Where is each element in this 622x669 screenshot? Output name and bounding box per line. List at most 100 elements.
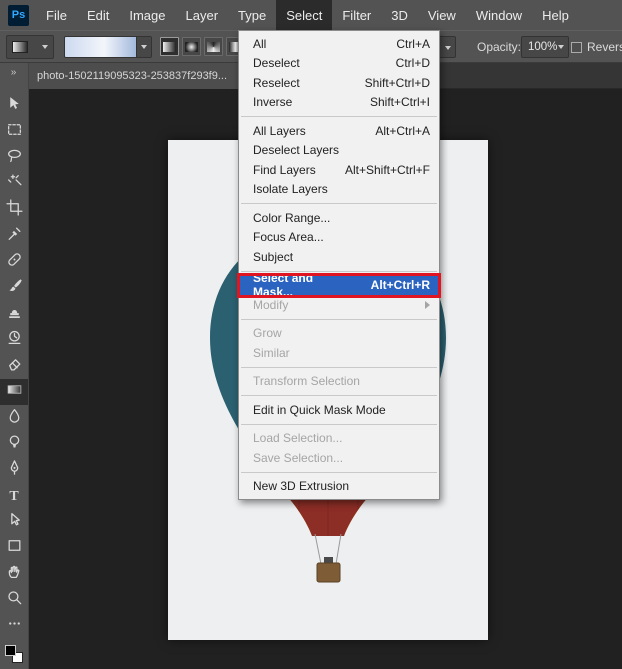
- menu-item-label: All: [253, 36, 267, 51]
- menu-item-shortcut: Shift+Ctrl+I: [369, 95, 430, 110]
- chevron-down-icon: [42, 45, 48, 49]
- document-tab-title: photo-1502119095323-253837f293f9...: [37, 70, 228, 82]
- menu-item-save-selection: Save Selection...: [239, 448, 439, 468]
- lasso-tool[interactable]: [0, 145, 28, 171]
- color-swatches[interactable]: [5, 645, 23, 663]
- menubar-item-select[interactable]: Select: [276, 0, 333, 30]
- menu-item-all[interactable]: All Ctrl+A: [239, 34, 439, 54]
- menubar-item-3d[interactable]: 3D: [381, 0, 418, 30]
- opacity-select[interactable]: 100%: [521, 36, 569, 58]
- zoom-icon: [6, 589, 23, 611]
- crop-icon: [5, 199, 23, 221]
- type-tool[interactable]: T: [0, 483, 28, 509]
- path-selection-tool[interactable]: [0, 509, 28, 535]
- gradient-preview: [65, 37, 136, 57]
- menu-separator: [241, 423, 437, 425]
- menu-item-inverse[interactable]: Inverse Shift+Ctrl+I: [239, 93, 439, 113]
- menu-item-color-range[interactable]: Color Range...: [239, 208, 439, 228]
- gradient-picker-dropdown[interactable]: [136, 37, 151, 57]
- quick-selection-tool[interactable]: [0, 171, 28, 197]
- menubar-item-window[interactable]: Window: [466, 0, 532, 30]
- menubar-item-layer[interactable]: Layer: [176, 0, 229, 30]
- menu-item-shortcut: Alt+Ctrl+A: [375, 123, 430, 138]
- menu-item-isolate-layers[interactable]: Isolate Layers: [239, 180, 439, 200]
- menu-item-similar: Similar: [239, 343, 439, 363]
- tool-preset-picker[interactable]: [6, 35, 54, 59]
- document-tab[interactable]: photo-1502119095323-253837f293f9...: [29, 63, 241, 89]
- menu-item-new-3d-extrusion[interactable]: New 3D Extrusion: [239, 477, 439, 497]
- menu-item-label: Similar: [253, 345, 290, 360]
- rectangle-tool[interactable]: [0, 535, 28, 561]
- menu-item-edit-in-quick-mask-mode[interactable]: Edit in Quick Mask Mode: [239, 400, 439, 420]
- menu-item-label: Grow: [253, 326, 282, 341]
- menu-separator: [241, 471, 437, 473]
- path-select-icon: [6, 511, 23, 533]
- foreground-color-swatch[interactable]: [5, 645, 16, 656]
- rectangular-marquee-tool[interactable]: [0, 119, 28, 145]
- menubar-item-label: Select: [286, 7, 323, 23]
- menubar-item-type[interactable]: Type: [228, 0, 276, 30]
- menu-item-all-layers[interactable]: All Layers Alt+Ctrl+A: [239, 121, 439, 141]
- menubar-item-label: Edit: [86, 7, 110, 23]
- opacity-value: 100%: [528, 41, 558, 53]
- toolbar: » T: [0, 63, 29, 669]
- menubar-item-label: Help: [542, 7, 569, 23]
- toolbar-expand-icon[interactable]: »: [0, 63, 28, 81]
- menubar-item-label: 3D: [391, 7, 408, 23]
- move-tool[interactable]: [0, 93, 28, 119]
- chevron-down-icon: [558, 45, 564, 49]
- pen-icon: [6, 459, 23, 481]
- gradient-icon: [6, 381, 23, 403]
- gradient-tool[interactable]: [0, 379, 28, 405]
- radial-gradient-button[interactable]: [182, 37, 201, 56]
- crop-tool[interactable]: [0, 197, 28, 223]
- menubar-item-filter[interactable]: Filter: [332, 0, 381, 30]
- menubar-item-view[interactable]: View: [418, 0, 466, 30]
- linear-gradient-button[interactable]: [160, 37, 179, 56]
- menu-item-deselect-layers[interactable]: Deselect Layers: [239, 141, 439, 161]
- zoom-tool[interactable]: [0, 587, 28, 613]
- blur-tool[interactable]: [0, 405, 28, 431]
- menu-item-label: Deselect Layers: [253, 143, 340, 158]
- select-menu-dropdown: All Ctrl+A Deselect Ctrl+D Reselect Shif…: [237, 30, 441, 500]
- menu-item-label: New 3D Extrusion: [253, 479, 350, 494]
- menu-item-label: Edit in Quick Mask Mode: [253, 402, 386, 417]
- move-icon: [6, 95, 23, 117]
- menubar-item-image[interactable]: Image: [119, 0, 175, 30]
- menu-item-reselect[interactable]: Reselect Shift+Ctrl+D: [239, 73, 439, 93]
- rectangle-icon: [6, 537, 23, 559]
- menu-item-grow: Grow: [239, 324, 439, 344]
- clone-stamp-tool[interactable]: [0, 301, 28, 327]
- menubar-item-label: File: [46, 7, 67, 23]
- menubar-item-label: Filter: [342, 7, 372, 23]
- eraser-tool[interactable]: [0, 353, 28, 379]
- menu-item-subject[interactable]: Subject: [239, 247, 439, 267]
- type-icon: T: [9, 489, 19, 504]
- menu-item-focus-area[interactable]: Focus Area...: [239, 228, 439, 248]
- reverse-checkbox[interactable]: [571, 42, 582, 53]
- menu-item-shortcut: Shift+Ctrl+D: [364, 75, 430, 90]
- gradient-editor-button[interactable]: [64, 36, 152, 58]
- menubar-item-edit[interactable]: Edit: [77, 0, 119, 30]
- history-brush-tool[interactable]: [0, 327, 28, 353]
- edit-toolbar[interactable]: [0, 613, 28, 639]
- eyedropper-tool[interactable]: [0, 223, 28, 249]
- history-icon: [6, 329, 23, 351]
- menu-item-find-layers[interactable]: Find Layers Alt+Shift+Ctrl+F: [239, 160, 439, 180]
- hand-tool[interactable]: [0, 561, 28, 587]
- menu-item-label: All Layers: [253, 123, 306, 138]
- dodge-tool[interactable]: [0, 431, 28, 457]
- eyedropper-icon: [6, 225, 23, 247]
- menubar-item-label: Layer: [185, 7, 219, 23]
- menu-item-label: Color Range...: [253, 210, 331, 225]
- brush-tool[interactable]: [0, 275, 28, 301]
- pen-tool[interactable]: [0, 457, 28, 483]
- spot-healing-brush-tool[interactable]: [0, 249, 28, 275]
- menu-item-select-and-mask[interactable]: Select and Mask... Alt+Ctrl+R: [237, 271, 441, 299]
- menubar-item-file[interactable]: File: [36, 0, 77, 30]
- angle-gradient-button[interactable]: [204, 37, 223, 56]
- menubar-item-help[interactable]: Help: [532, 0, 579, 30]
- menu-item-deselect[interactable]: Deselect Ctrl+D: [239, 54, 439, 74]
- blur-icon: [6, 407, 23, 429]
- menu-separator: [241, 116, 437, 117]
